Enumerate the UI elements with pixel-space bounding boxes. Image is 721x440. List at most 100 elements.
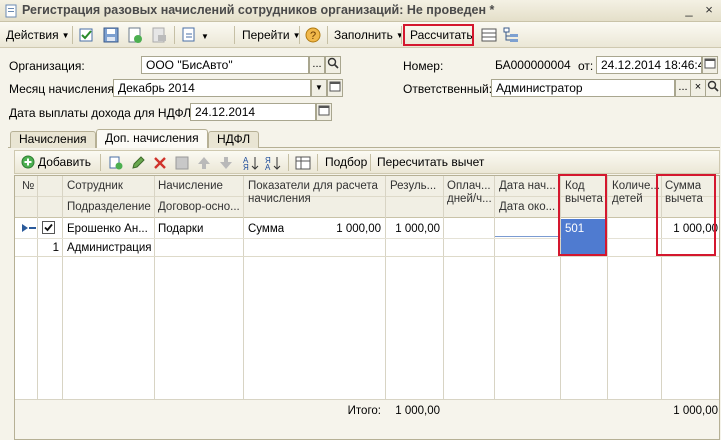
total-label: Итого: (347, 405, 381, 417)
cell-indicator[interactable]: Сумма (248, 222, 284, 236)
cell-num: 1 (52, 242, 59, 254)
number-field[interactable]: БА000000004 (490, 56, 572, 74)
col-header-accrual[interactable]: Начисление (158, 180, 223, 193)
goto-label: Перейти (242, 28, 290, 42)
date-field[interactable]: 24.12.2014 18:46:47 (596, 56, 702, 74)
divider (327, 26, 328, 44)
tab-ndfl[interactable]: НДФЛ (208, 131, 260, 148)
col-header-children-2: детей (612, 193, 643, 205)
highlight-calculate (403, 24, 474, 46)
paydate-field[interactable]: 24.12.2014 (190, 103, 316, 121)
org-label: Организация: (9, 59, 85, 73)
col-header-employee[interactable]: Сотрудник (67, 180, 123, 193)
total-result: 1 000,00 (395, 405, 440, 417)
title-bar: Регистрация разовых начислений сотрудник… (0, 0, 721, 22)
recalc-deduction-button[interactable]: Пересчитать вычет (377, 155, 484, 169)
org-select-button[interactable]: ... (309, 56, 325, 74)
add-icon (21, 155, 35, 169)
col-header-start-date[interactable]: Дата нач... (499, 180, 556, 193)
cell-accrual[interactable]: Подарки (158, 222, 203, 236)
tab-additional-accruals[interactable]: Доп. начисления (96, 129, 208, 148)
col-header-indicators-2: начисления (248, 193, 311, 205)
org-field[interactable]: ООО "БисАвто" (141, 56, 309, 74)
divider (317, 154, 318, 171)
search-icon[interactable] (325, 56, 341, 74)
print-menu-button[interactable]: ▼ (180, 26, 209, 44)
col-header-children[interactable]: Количе... (612, 180, 660, 193)
divider (100, 154, 101, 171)
cell-department[interactable]: Администрация (67, 241, 152, 255)
total-sum: 1 000,00 (673, 405, 718, 417)
col-header-end-date[interactable]: Дата око... (499, 201, 555, 214)
col-header-department[interactable]: Подразделение (67, 201, 151, 214)
close-icon[interactable]: × (701, 3, 717, 19)
cell-result[interactable]: 1 000,00 (387, 222, 440, 236)
month-label: Месяц начисления: (9, 82, 118, 96)
date-underline (495, 236, 560, 237)
goto-menu-button[interactable]: Перейти ▼ (242, 26, 300, 44)
arrow-down-icon[interactable] (218, 155, 234, 171)
divider (174, 26, 175, 44)
clear-icon[interactable]: × (690, 79, 706, 97)
post-icon[interactable] (126, 26, 144, 44)
calendar-icon[interactable] (327, 79, 343, 97)
responsible-label: Ответственный: (403, 82, 493, 96)
responsible-field[interactable]: Администратор (491, 79, 675, 97)
row-divider (15, 256, 719, 257)
edit-icon[interactable] (130, 155, 146, 171)
end-edit-icon[interactable] (174, 155, 190, 171)
row-edit-icon (22, 224, 36, 232)
responsible-select-button[interactable]: ... (675, 79, 691, 97)
window-title: Регистрация разовых начислений сотрудник… (22, 3, 495, 17)
divider (288, 154, 289, 171)
col-header-contract[interactable]: Договор-осно... (158, 201, 241, 214)
col-header-result[interactable]: Резуль... (390, 180, 436, 193)
divider (299, 26, 300, 44)
sort-asc-icon[interactable]: АЯ (242, 155, 260, 171)
divider (234, 26, 235, 44)
unpost-icon[interactable] (150, 26, 168, 44)
svg-text:А: А (265, 163, 271, 171)
highlight-sum-column (656, 174, 716, 256)
chevron-down-icon: ▼ (61, 31, 70, 40)
post-and-close-icon[interactable] (78, 26, 96, 44)
add-button[interactable]: Добавить (38, 155, 91, 169)
month-field[interactable]: Декабрь 2014 (113, 79, 311, 97)
highlight-code-column (558, 174, 607, 256)
sort-desc-icon[interactable]: ЯА (264, 155, 282, 171)
col-header-num[interactable]: № (22, 180, 34, 193)
col-header-paid-2: дней/ч... (447, 193, 492, 205)
fill-menu-button[interactable]: Заполнить ▼ (334, 26, 404, 44)
delete-icon[interactable] (152, 155, 168, 171)
from-label: от: (578, 59, 594, 73)
minimize-icon[interactable]: _ (681, 3, 697, 19)
divider (72, 26, 73, 44)
copy-icon[interactable] (108, 155, 124, 171)
arrow-up-icon[interactable] (196, 155, 212, 171)
chevron-down-icon[interactable]: ▼ (311, 79, 327, 97)
search-icon[interactable] (705, 79, 721, 97)
accruals-grid: № Сотрудник Подразделение Начисление Дог… (14, 175, 720, 440)
document-icon (5, 4, 17, 18)
calendar-icon[interactable] (316, 103, 332, 121)
grid-toolbar: Добавить АЯ ЯА Подбор Пересчитать вычет (14, 150, 720, 174)
help-icon[interactable]: ? (304, 26, 322, 44)
number-label: Номер: (403, 59, 444, 73)
table-row[interactable]: Ерошенко Ан... Подарки Сумма 1 000,00 1 … (15, 218, 719, 257)
print-icon (182, 27, 195, 42)
structure-icon[interactable] (502, 26, 520, 44)
main-toolbar: Действия ▼ ▼ Перейти ▼ ? Заполнить ▼ Рассчи… (0, 22, 721, 48)
row-checkbox[interactable] (42, 221, 55, 234)
col-header-indicators[interactable]: Показатели для расчета (248, 180, 378, 193)
save-icon[interactable] (102, 26, 120, 44)
calendar-icon[interactable] (702, 56, 718, 74)
cell-employee[interactable]: Ерошенко Ан... (67, 222, 153, 236)
tab-accruals[interactable]: Начисления (10, 131, 96, 148)
col-header-paid[interactable]: Оплач... (447, 180, 491, 193)
actions-menu-button[interactable]: Действия ▼ (6, 26, 70, 44)
cell-indicator-value[interactable]: 1 000,00 (315, 222, 381, 236)
svg-text:?: ? (310, 30, 316, 42)
list-view-icon[interactable] (480, 26, 498, 44)
table-settings-icon[interactable] (295, 155, 311, 171)
selection-button[interactable]: Подбор (325, 155, 367, 169)
